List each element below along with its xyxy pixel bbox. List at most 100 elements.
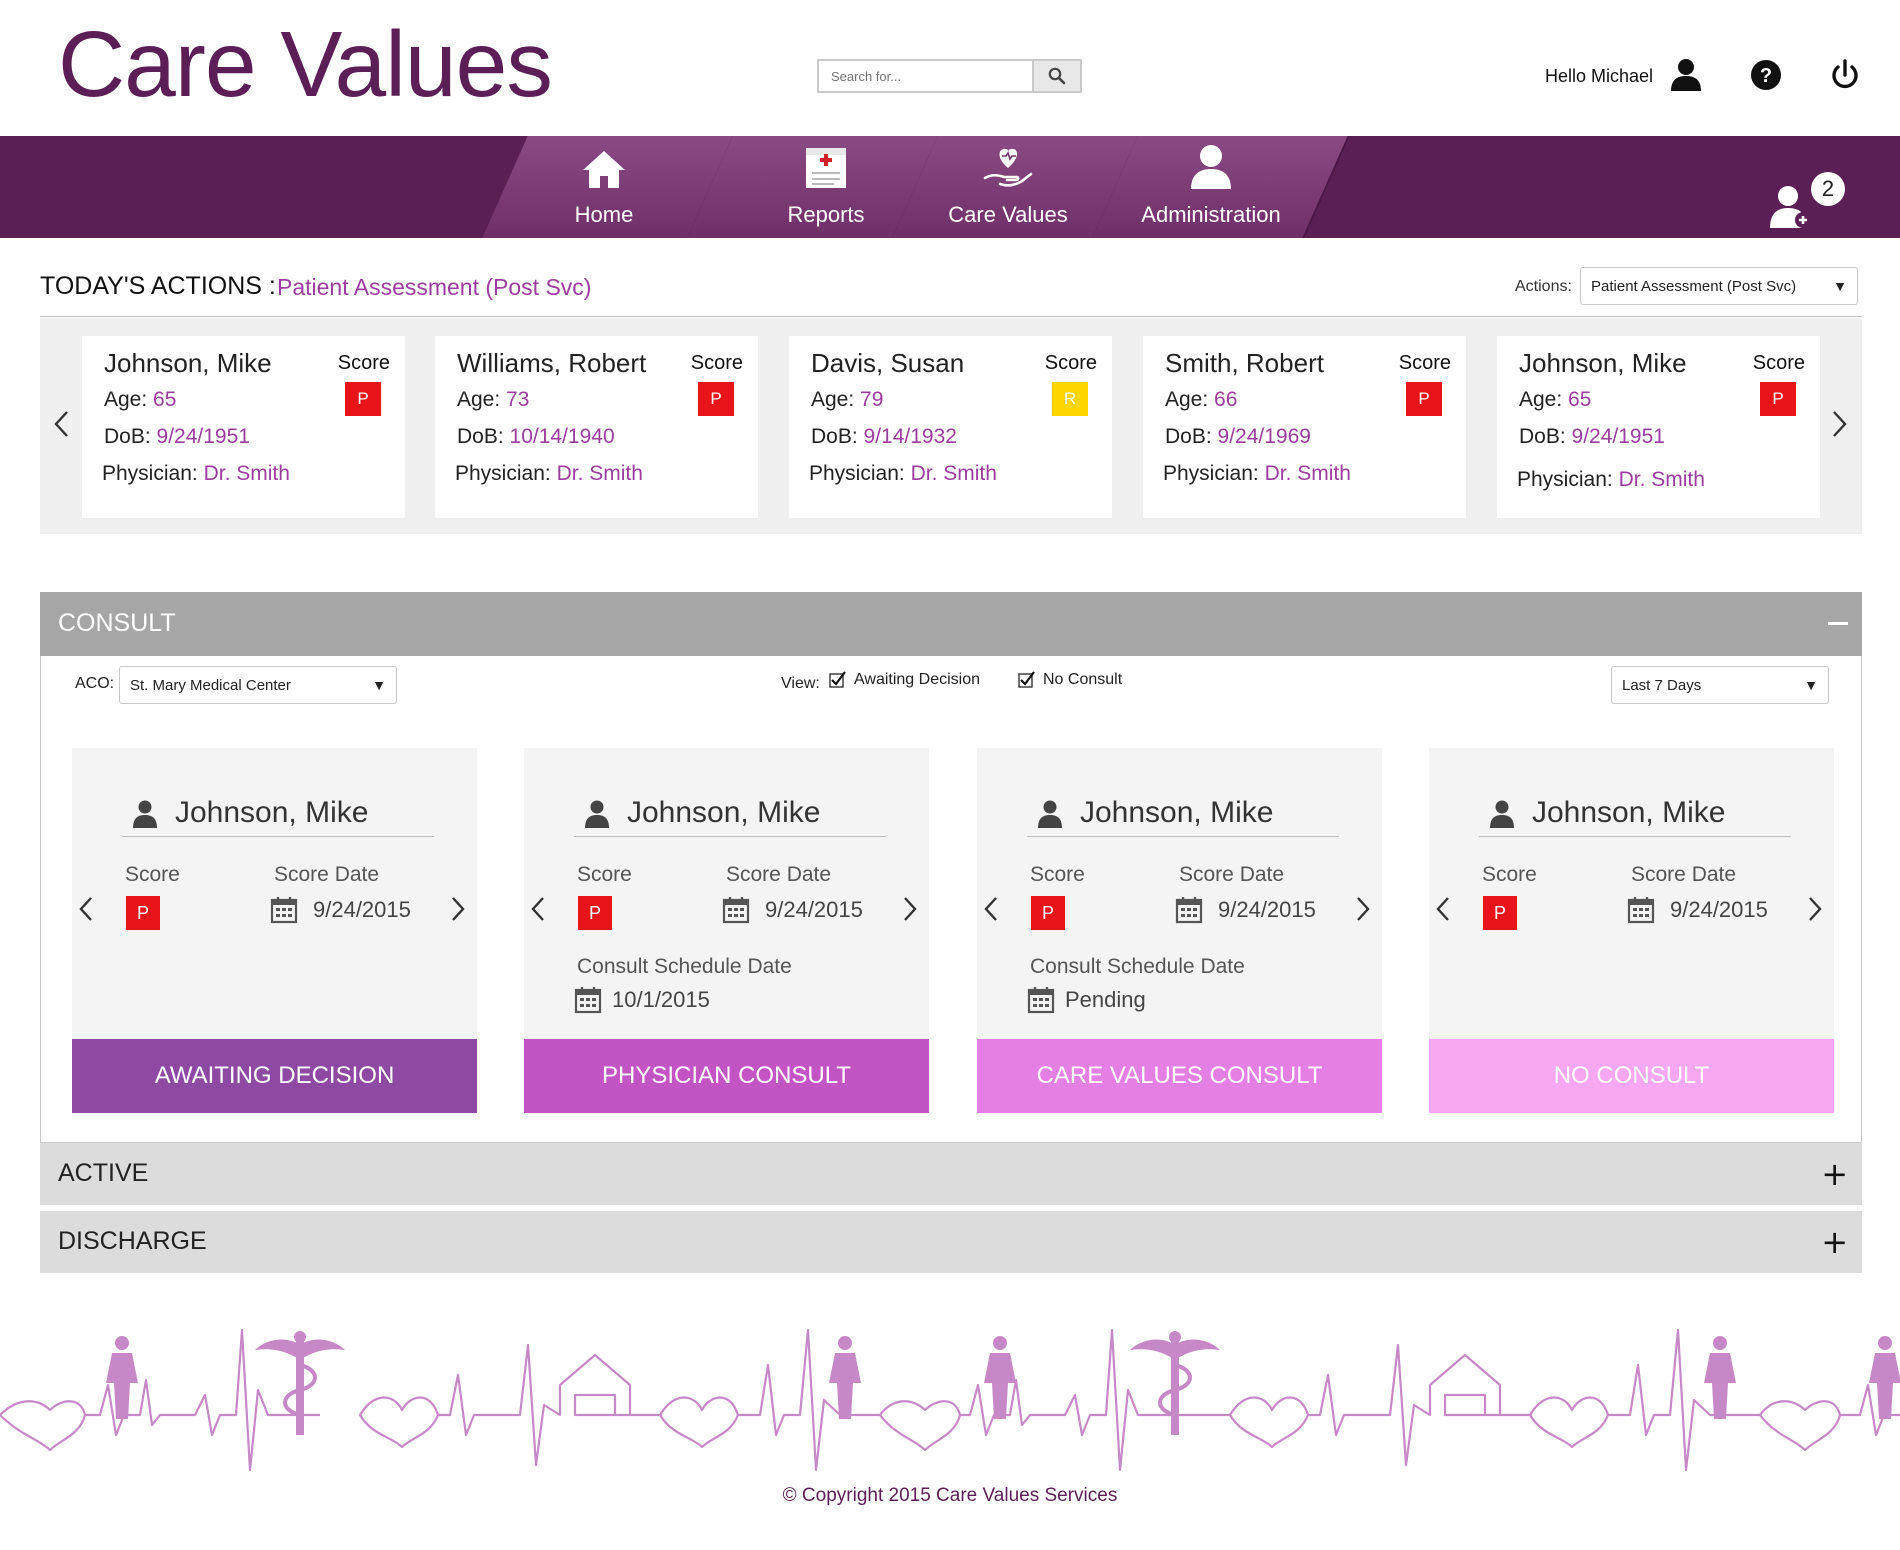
filter-awaiting-decision[interactable]: Awaiting Decision — [829, 671, 980, 689]
score-date-label: Score Date — [274, 863, 380, 886]
score-date-label: Score Date — [1179, 863, 1285, 886]
notification-badge[interactable]: 2 — [1811, 172, 1845, 206]
chevron-left-icon — [54, 411, 68, 437]
chevron-left-icon — [79, 897, 92, 921]
chevron-right-icon — [1833, 411, 1847, 437]
checkbox-checked-icon — [1018, 671, 1035, 688]
consult-card[interactable]: Johnson, Mike Score Score Date P 9/24/2015 Co… — [977, 748, 1382, 1113]
date-range-selected-value: Last 7 Days — [1622, 676, 1702, 694]
logout-button[interactable] — [1825, 55, 1865, 95]
card-next-button[interactable] — [1807, 896, 1823, 927]
physician-link[interactable]: Dr. Smith — [557, 462, 643, 485]
user-icon — [1671, 59, 1701, 91]
consult-status-button[interactable]: NO CONSULT — [1429, 1039, 1834, 1113]
dob-row: DoB: 9/24/1951 — [104, 425, 250, 449]
consult-card[interactable]: Johnson, Mike Score Score Date P 9/24/2015 Co… — [524, 748, 929, 1113]
nav-tab-home[interactable]: Home — [491, 136, 717, 238]
score-label: Score — [1752, 352, 1805, 374]
dob-label: DoB: — [457, 425, 504, 448]
nav-tab-label: Home — [574, 202, 634, 227]
actions-selected-value: Patient Assessment (Post Svc) — [1591, 277, 1797, 295]
physician-label: Physician: — [1517, 468, 1613, 491]
patient-card[interactable]: Davis, Susan Score R Age: 79 DoB: 9/14/1932 P… — [789, 336, 1112, 518]
power-icon — [1832, 59, 1858, 89]
card-next-button[interactable] — [450, 896, 466, 927]
account-button[interactable] — [1666, 55, 1706, 95]
card-next-button[interactable] — [902, 896, 918, 927]
patient-card[interactable]: Smith, Robert Score P Age: 66 DoB: 9/24/1969… — [1143, 336, 1466, 518]
chevron-left-icon — [1436, 897, 1449, 921]
patient-name: Johnson, Mike — [104, 348, 272, 378]
consult-card[interactable]: Johnson, Mike Score Score Date P 9/24/2015 AW… — [72, 748, 477, 1113]
help-button[interactable]: ? — [1746, 55, 1786, 95]
card-prev-button[interactable] — [1435, 896, 1451, 927]
calendar-icon — [722, 897, 750, 924]
nav-tab-care-values[interactable]: Care Values — [895, 136, 1121, 238]
active-section-header[interactable]: ACTIVE + — [40, 1143, 1862, 1205]
nav-tab-administration[interactable]: Administration — [1098, 136, 1324, 238]
add-patient-button[interactable] — [1770, 184, 1816, 235]
consult-section-header[interactable]: CONSULT — [40, 592, 1862, 656]
card-prev-button[interactable] — [78, 896, 94, 927]
consult-status-button[interactable]: CARE VALUES CONSULT — [977, 1039, 1382, 1113]
physician-row: Physician: Dr. Smith — [1517, 468, 1705, 492]
section-title: DISCHARGE — [58, 1227, 207, 1255]
user-icon — [1038, 800, 1062, 828]
expand-icon[interactable]: + — [1821, 1223, 1848, 1261]
physician-link[interactable]: Dr. Smith — [911, 462, 997, 485]
score-date-label: Score Date — [1631, 863, 1737, 886]
score-badge: P — [1483, 896, 1517, 930]
consult-schedule-value: 10/1/2015 — [612, 987, 710, 1012]
actions-label: Actions: — [1515, 278, 1572, 295]
dob-row: DoB: 10/14/1940 — [457, 425, 615, 449]
physician-link[interactable]: Dr. Smith — [1619, 468, 1705, 491]
card-prev-button[interactable] — [983, 896, 999, 927]
search-input[interactable] — [819, 61, 1061, 91]
patient-card[interactable]: Johnson, Mike Score P Age: 65 DoB: 9/24/1951… — [1497, 336, 1820, 518]
physician-link[interactable]: Dr. Smith — [1265, 462, 1351, 485]
patient-card[interactable]: Williams, Robert Score P Age: 73 DoB: 10/14/… — [435, 336, 758, 518]
carousel-next-button[interactable] — [1831, 410, 1849, 444]
patient-card[interactable]: Johnson, Mike Score P Age: 65 DoB: 9/24/1951… — [82, 336, 405, 518]
chevron-right-icon — [1357, 897, 1370, 921]
score-badge: P — [1760, 382, 1796, 416]
aco-select[interactable]: St. Mary Medical Center ▼ — [119, 666, 397, 704]
expand-icon[interactable]: + — [1821, 1155, 1848, 1193]
physician-link[interactable]: Dr. Smith — [204, 462, 290, 485]
age-row: Age: 65 — [104, 388, 176, 412]
date-range-select[interactable]: Last 7 Days ▼ — [1611, 666, 1829, 704]
score-badge: P — [345, 382, 381, 416]
card-next-button[interactable] — [1355, 896, 1371, 927]
consult-patient-name: Johnson, Mike — [1080, 796, 1274, 829]
user-icon — [133, 800, 157, 828]
dob-value: 9/24/1951 — [1571, 425, 1665, 448]
health-decor-banner — [0, 1328, 1900, 1472]
actions-select[interactable]: Patient Assessment (Post Svc) ▼ — [1580, 267, 1858, 305]
consult-card[interactable]: Johnson, Mike Score Score Date P 9/24/2015 NO… — [1429, 748, 1834, 1113]
score-badge: P — [126, 896, 160, 930]
consult-status-button[interactable]: PHYSICIAN CONSULT — [524, 1039, 929, 1113]
score-date-value: 9/24/2015 — [1670, 897, 1768, 922]
score-badge: R — [1052, 382, 1088, 416]
care-values-logo[interactable]: Care Values — [58, 18, 553, 111]
filter-no-consult[interactable]: No Consult — [1018, 671, 1122, 689]
search-button[interactable] — [1032, 61, 1080, 91]
physician-row: Physician: Dr. Smith — [1163, 462, 1351, 486]
discharge-section-header[interactable]: DISCHARGE + — [40, 1211, 1862, 1273]
score-label: Score — [690, 352, 743, 374]
nav-tab-label: Care Values — [948, 202, 1068, 227]
dob-value: 9/24/1969 — [1217, 425, 1311, 448]
score-date-label: Score Date — [726, 863, 832, 886]
age-value: 79 — [860, 388, 884, 411]
consult-status-button[interactable]: AWAITING DECISION — [72, 1039, 477, 1113]
age-label: Age: — [811, 388, 855, 411]
card-prev-button[interactable] — [530, 896, 546, 927]
copyright: © Copyright 2015 Care Values Services — [782, 1485, 1118, 1506]
age-value: 66 — [1214, 388, 1238, 411]
dob-label: DoB: — [811, 425, 858, 448]
carousel-prev-button[interactable] — [52, 410, 70, 444]
physician-label: Physician: — [809, 462, 905, 485]
nav-tab-label: Reports — [787, 202, 865, 227]
chevron-right-icon — [1809, 897, 1822, 921]
collapse-icon[interactable] — [1828, 622, 1848, 625]
